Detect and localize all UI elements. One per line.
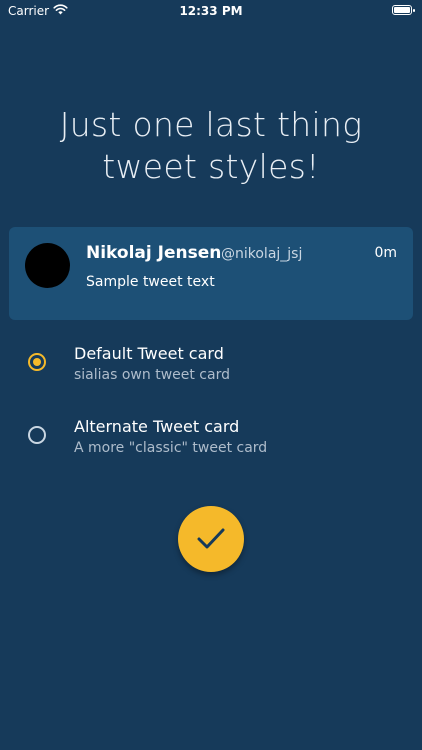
radio-button-unselected[interactable]: [28, 426, 46, 444]
battery-fill: [394, 7, 410, 13]
radio-button-selected[interactable]: [28, 353, 46, 371]
status-bar: Carrier 12:33 PM: [0, 0, 422, 22]
option-label: Default Tweet card: [74, 344, 224, 363]
tweet-text: Sample tweet text: [86, 274, 215, 290]
option-subtitle: sialias own tweet card: [74, 367, 230, 383]
tweet-preview-card: Nikolaj Jensen @nikolaj_jsj 0m Sample tw…: [9, 227, 413, 320]
title-line-1: Just one last thing: [59, 105, 363, 144]
tweet-author-handle: @nikolaj_jsj: [221, 246, 303, 262]
confirm-button[interactable]: [178, 506, 244, 572]
radio-dot: [33, 358, 41, 366]
tweet-author-name: Nikolaj Jensen: [86, 243, 222, 263]
title-line-2: tweet styles!: [102, 147, 320, 186]
option-default-tweet-card[interactable]: Default Tweet card sialias own tweet car…: [0, 340, 422, 400]
tweet-timestamp: 0m: [374, 245, 397, 261]
option-label: Alternate Tweet card: [74, 417, 240, 436]
status-time: 12:33 PM: [179, 4, 243, 18]
avatar: [25, 243, 70, 288]
page-title: Just one last thing tweet styles!: [0, 104, 422, 188]
battery-icon: [392, 5, 415, 15]
option-subtitle: A more "classic" tweet card: [74, 440, 268, 456]
option-alternate-tweet-card[interactable]: Alternate Tweet card A more "classic" tw…: [0, 413, 422, 473]
